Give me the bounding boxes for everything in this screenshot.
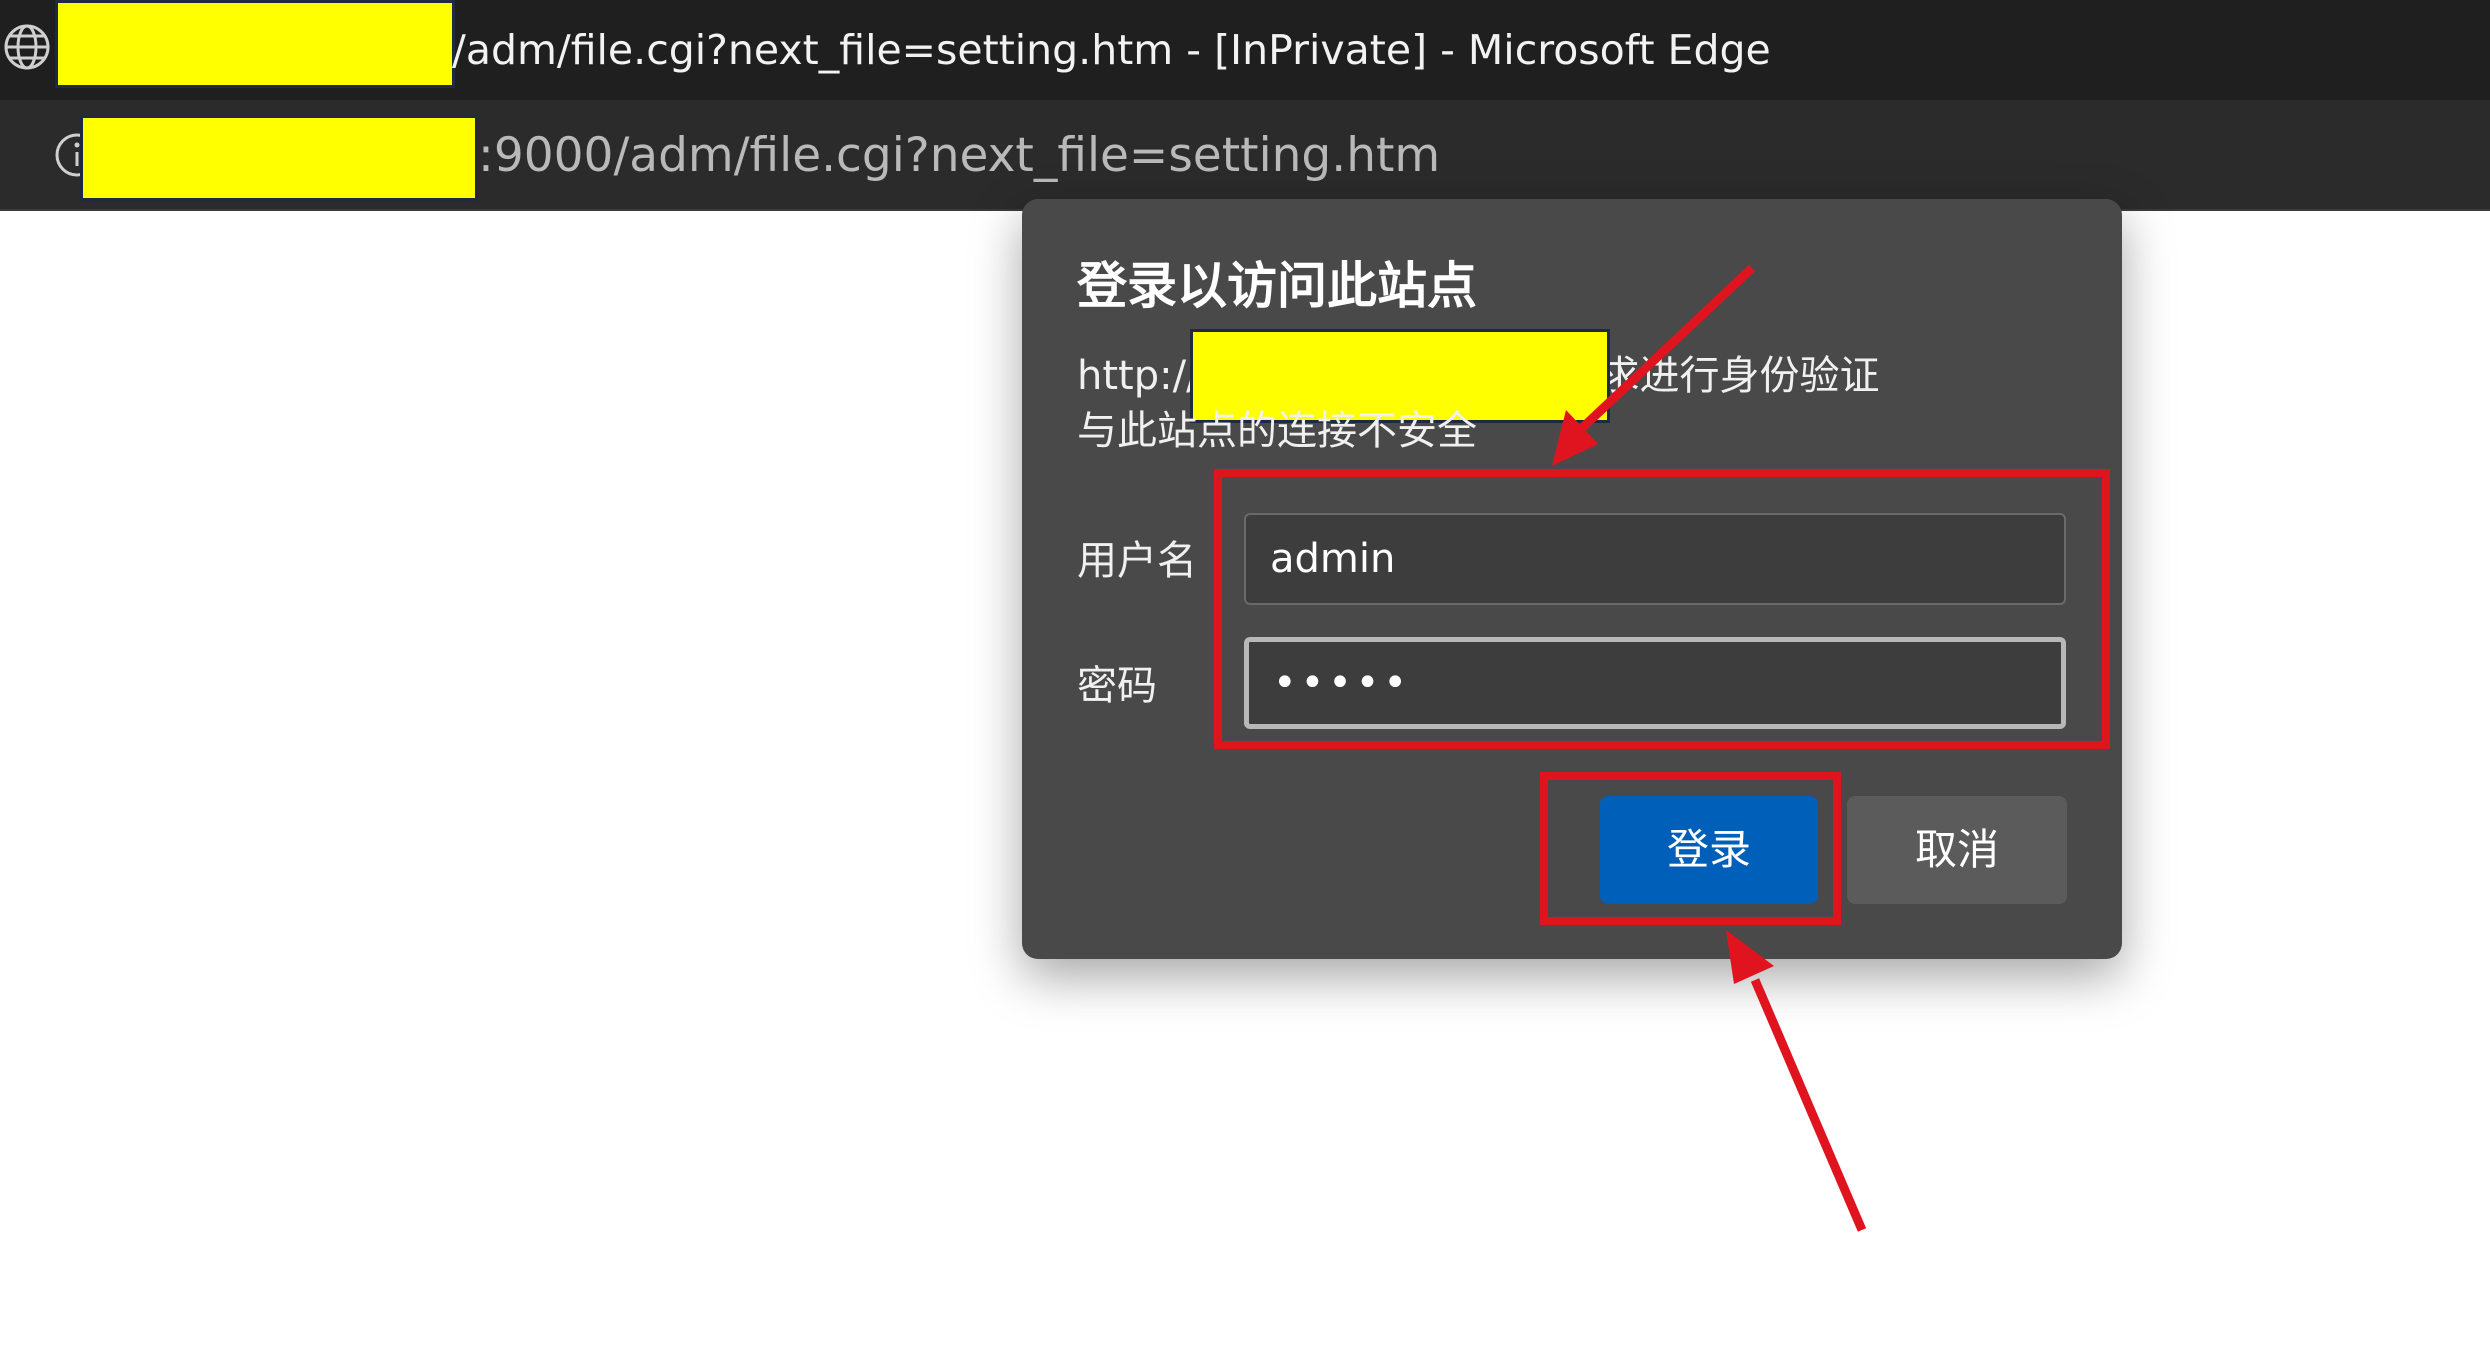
password-label: 密码	[1077, 663, 1157, 709]
username-label: 用户名	[1077, 538, 1197, 584]
auth-dialog: 登录以访问此站点 http://要求进行身份验证 与此站点的连接不安全 用户名 …	[1022, 199, 2122, 959]
dialog-title: 登录以访问此站点	[1077, 257, 1477, 315]
redacted-host-url	[80, 115, 478, 201]
address-bar[interactable]: :9000/adm/file.cgi?next_file=setting.htm	[0, 100, 2490, 211]
password-field[interactable]	[1244, 637, 2066, 729]
url-text[interactable]: :9000/adm/file.cgi?next_file=setting.htm	[478, 126, 1440, 186]
message-prefix: http://	[1077, 353, 1200, 399]
username-field[interactable]	[1244, 513, 2066, 605]
browser-title-bar: /adm/file.cgi?next_file=setting.htm - [I…	[0, 0, 2490, 100]
globe-icon	[4, 24, 50, 70]
security-note: 与此站点的连接不安全	[1077, 408, 1477, 454]
redacted-host-title	[55, 0, 455, 88]
cancel-button[interactable]: 取消	[1847, 796, 2067, 904]
window-title: /adm/file.cgi?next_file=setting.htm - [I…	[452, 26, 1771, 74]
login-button[interactable]: 登录	[1600, 796, 1818, 904]
